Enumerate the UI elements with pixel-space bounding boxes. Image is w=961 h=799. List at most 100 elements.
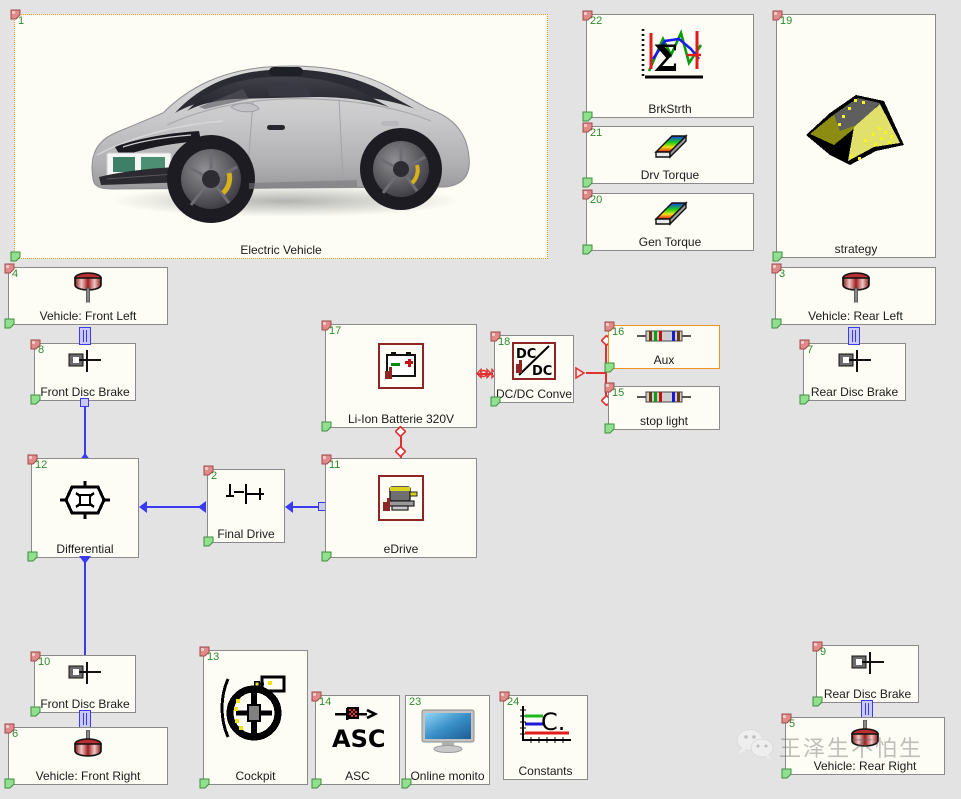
block-edrive[interactable]: 11 eDrive bbox=[325, 458, 477, 558]
colormap-table-icon bbox=[650, 199, 690, 227]
signal-port-square[interactable] bbox=[80, 398, 89, 407]
block-number: 20 bbox=[590, 194, 603, 206]
block-drv-torque[interactable]: 21 Drv Torque bbox=[586, 126, 754, 184]
wire-arrow bbox=[79, 556, 91, 564]
block-number: 18 bbox=[498, 336, 511, 348]
block-rear-disc-brake-right[interactable]: 9 Rear Disc Brake bbox=[816, 645, 919, 703]
block-caption: Front Disc Brake bbox=[40, 697, 130, 711]
block-constants[interactable]: 24 C. Constants bbox=[503, 695, 588, 780]
block-number: 10 bbox=[38, 656, 51, 668]
block-number: 17 bbox=[329, 325, 342, 337]
block-front-disc-brake-right[interactable]: 10 Front Disc Brake bbox=[34, 655, 136, 713]
block-number: 8 bbox=[38, 344, 45, 356]
block-number: 19 bbox=[780, 15, 793, 27]
sigma-curves-icon: Σ bbox=[629, 25, 711, 87]
svg-text:DC: DC bbox=[516, 347, 536, 362]
asc-icon: ASC bbox=[327, 702, 389, 752]
block-caption: Electric Vehicle bbox=[240, 243, 322, 257]
block-number: 2 bbox=[211, 470, 218, 482]
wheel-icon bbox=[68, 730, 108, 764]
block-number: 11 bbox=[329, 459, 341, 471]
svg-text:Σ: Σ bbox=[653, 38, 678, 80]
block-number: 16 bbox=[612, 326, 625, 338]
block-caption: BrkStrth bbox=[648, 102, 692, 116]
block-number: 15 bbox=[612, 387, 625, 399]
block-rear-disc-brake-left[interactable]: 7 Rear Disc Brake bbox=[803, 343, 906, 401]
block-brkstrth[interactable]: 22 Σ BrkStrth bbox=[586, 14, 754, 118]
block-cockpit[interactable]: 13 Cockpit bbox=[203, 650, 308, 785]
wire-differential-to-final-drive bbox=[144, 506, 202, 508]
block-stop-light[interactable]: 15 stop light bbox=[608, 386, 720, 430]
block-vehicle-rear-left[interactable]: 3 Vehicle: Rear Left bbox=[775, 267, 936, 325]
block-online-monitor[interactable]: 23 Online monito bbox=[405, 695, 490, 785]
wire-dcdc-branch-vertical bbox=[605, 338, 607, 400]
block-number: 6 bbox=[12, 728, 19, 740]
constants-chart-icon: C. bbox=[515, 704, 577, 748]
svg-text:DC: DC bbox=[532, 364, 552, 379]
mechanical-connector[interactable] bbox=[848, 327, 860, 345]
wheel-icon bbox=[845, 720, 885, 754]
block-vehicle-front-right[interactable]: 6 Vehicle: Front Right bbox=[8, 727, 168, 785]
block-vehicle-rear-right[interactable]: 5 Vehicle: Rear Right bbox=[785, 717, 945, 775]
block-electric-vehicle[interactable]: 1 Electric Vehicle bbox=[14, 14, 548, 259]
block-caption: Gen Torque bbox=[638, 235, 702, 249]
motor-icon bbox=[378, 475, 424, 521]
block-caption: eDrive bbox=[383, 542, 419, 556]
block-number: 13 bbox=[207, 651, 220, 663]
block-caption: Aux bbox=[653, 353, 675, 367]
wire-differential-to-rear bbox=[84, 562, 86, 662]
mechanical-connector[interactable] bbox=[79, 710, 91, 728]
electrical-node[interactable] bbox=[394, 424, 407, 438]
block-aux[interactable]: 16 Aux bbox=[608, 325, 720, 369]
block-caption: Drv Torque bbox=[640, 168, 700, 182]
mechanical-connector[interactable] bbox=[79, 327, 91, 345]
block-number: 12 bbox=[35, 459, 48, 471]
block-caption: Final Drive bbox=[217, 527, 275, 541]
block-vehicle-front-left[interactable]: 4 Vehicle: Front Left bbox=[8, 267, 168, 325]
block-number: 21 bbox=[590, 127, 603, 139]
block-number: 5 bbox=[789, 718, 796, 730]
disc-brake-icon bbox=[835, 348, 875, 374]
block-gen-torque[interactable]: 20 Gen Torque bbox=[586, 193, 754, 251]
block-caption: Vehicle: Rear Left bbox=[808, 309, 903, 323]
battery-icon bbox=[378, 343, 424, 389]
block-final-drive[interactable]: 2 Final Drive bbox=[207, 469, 285, 543]
block-caption: strategy bbox=[834, 242, 878, 256]
block-differential[interactable]: 12 Differential bbox=[31, 458, 139, 558]
block-number: 7 bbox=[807, 344, 814, 356]
disc-brake-icon bbox=[848, 650, 888, 676]
block-front-disc-brake-left[interactable]: 8 Front Disc Brake bbox=[34, 343, 136, 401]
block-caption: Constants bbox=[518, 764, 573, 778]
block-caption: Vehicle: Front Left bbox=[39, 309, 137, 323]
wheel-icon bbox=[836, 270, 876, 304]
block-dcdc-converter[interactable]: 18 DC DC DC/DC Conve bbox=[494, 335, 574, 403]
electrical-node[interactable] bbox=[394, 444, 407, 458]
block-caption: Cockpit bbox=[235, 769, 276, 783]
block-number: 9 bbox=[820, 646, 827, 658]
model-canvas[interactable]: 1 Electric Vehicle 22 Σ BrkStrth 21 Drv … bbox=[0, 0, 961, 799]
colormap-table-icon bbox=[650, 132, 690, 160]
svg-text:C.: C. bbox=[541, 708, 565, 736]
block-asc[interactable]: 14 ASC ASC bbox=[315, 695, 400, 785]
block-li-ion-battery[interactable]: 17 Li-Ion Batterie 320V bbox=[325, 324, 477, 428]
block-number: 22 bbox=[590, 15, 603, 27]
block-caption: DC/DC Conve bbox=[495, 387, 573, 401]
electric-car-photo bbox=[71, 29, 491, 229]
wire-dcdc-branch bbox=[586, 372, 606, 374]
steering-wheel-icon bbox=[218, 669, 294, 745]
block-strategy[interactable]: 19 strategy bbox=[776, 14, 936, 258]
wheel-icon bbox=[68, 270, 108, 304]
block-caption: Vehicle: Rear Right bbox=[813, 759, 917, 773]
block-number: 3 bbox=[779, 268, 786, 280]
block-caption: Differential bbox=[56, 542, 114, 556]
block-caption: Rear Disc Brake bbox=[823, 687, 912, 701]
wechat-icon bbox=[735, 728, 775, 765]
wire-dcdc-output-arrow bbox=[574, 366, 586, 385]
block-caption: stop light bbox=[639, 414, 689, 428]
mechanical-connector[interactable] bbox=[861, 700, 873, 718]
dcdc-converter-icon: DC DC bbox=[512, 342, 556, 380]
wire-arrow bbox=[139, 501, 147, 513]
differential-icon bbox=[60, 479, 110, 521]
wire-brake-to-differential bbox=[84, 402, 86, 460]
block-caption: Rear Disc Brake bbox=[810, 385, 899, 399]
